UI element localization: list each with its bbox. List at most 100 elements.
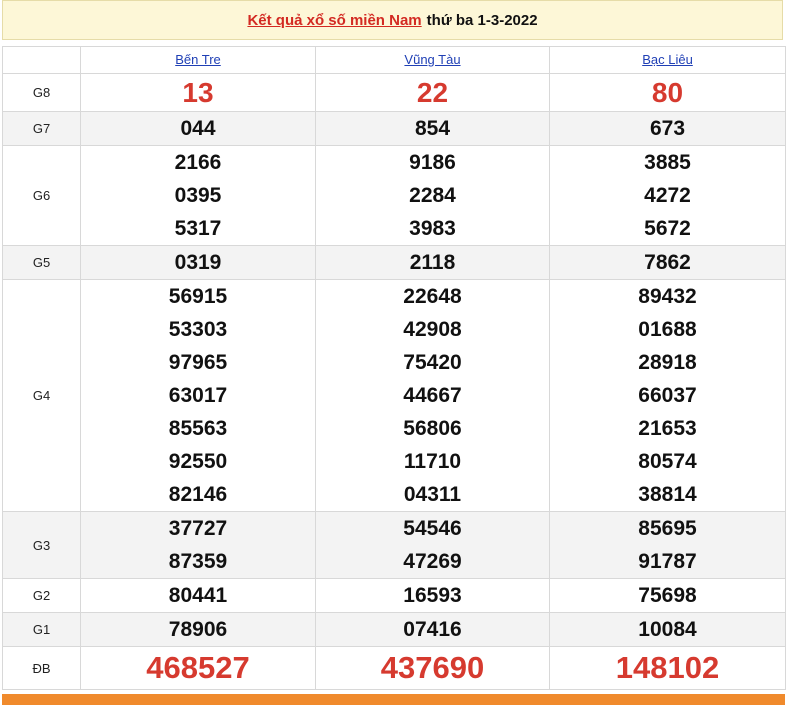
prize-number: 56915 (168, 285, 228, 308)
prize-row: G4 56915 53303 97965 63017 85563 92550 82146 226… (2, 279, 786, 512)
prize-number: 3983 (409, 217, 456, 240)
prize-number: 44667 (403, 384, 462, 407)
prize-number: 2118 (409, 251, 456, 274)
prize-number: 0395 (174, 184, 222, 207)
prize-cell: 0319 (80, 245, 316, 280)
prize-number: 75420 (403, 351, 462, 374)
prize-number: 85695 (638, 517, 697, 540)
prize-number: 53303 (168, 318, 228, 341)
prize-number: 80441 (168, 584, 228, 607)
province-link-bac-lieu[interactable]: Bạc Liêu (642, 52, 693, 67)
prize-label: G5 (2, 245, 81, 280)
prize-number: 0319 (174, 251, 222, 274)
prize-number: 5672 (644, 217, 691, 240)
prize-cell: 437690 (315, 646, 550, 690)
prize-number: 56806 (403, 417, 462, 440)
prize-label: G6 (2, 145, 81, 246)
prize-number: 04311 (403, 483, 462, 506)
prize-cell: 07416 (315, 612, 550, 647)
prize-label: G4 (2, 279, 81, 512)
prize-number: 07416 (403, 618, 462, 641)
prize-cell: 2118 (315, 245, 550, 280)
province-header-row: Bến Tre Vũng Tàu Bạc Liêu (2, 46, 786, 74)
prize-row: ĐB 468527 437690 148102 (2, 646, 786, 690)
prize-label: G2 (2, 578, 81, 613)
province-header: Bến Tre (80, 46, 316, 74)
prize-number: 85563 (168, 417, 228, 440)
prize-row: G2 80441 16593 75698 (2, 578, 786, 613)
prize-number: 78906 (168, 618, 228, 641)
prize-number: 63017 (168, 384, 228, 407)
header-corner (2, 46, 81, 74)
prize-cell: 75698 (549, 578, 786, 613)
prize-row: G5 0319 2118 7862 (2, 245, 786, 280)
prize-number: 66037 (638, 384, 697, 407)
prize-number: 7862 (644, 251, 691, 274)
prize-cell: 22648 42908 75420 44667 56806 11710 04311 (315, 279, 550, 512)
prize-number: 10084 (638, 618, 697, 641)
prize-row: G1 78906 07416 10084 (2, 612, 786, 647)
prize-number: 437690 (380, 650, 485, 685)
prize-number: 044 (180, 117, 216, 140)
prize-number: 92550 (168, 450, 228, 473)
prize-cell: 9186 2284 3983 (315, 145, 550, 246)
prize-cell: 89432 01688 28918 66037 21653 80574 38814 (549, 279, 786, 512)
prize-cell: 56915 53303 97965 63017 85563 92550 82146 (80, 279, 316, 512)
prize-number: 28918 (638, 351, 697, 374)
prize-cell: 10084 (549, 612, 786, 647)
prize-number: 42908 (403, 318, 462, 341)
prize-cell: 2166 0395 5317 (80, 145, 316, 246)
prize-number: 673 (649, 117, 686, 140)
prize-cell: 148102 (549, 646, 786, 690)
prize-number: 468527 (146, 650, 250, 685)
province-header: Vũng Tàu (315, 46, 550, 74)
prize-row: G6 2166 0395 5317 9186 2284 3983 3885 4272 5672 (2, 145, 786, 246)
prize-cell: 3885 4272 5672 (549, 145, 786, 246)
province-link-vung-tau[interactable]: Vũng Tàu (404, 52, 460, 67)
prize-cell: 673 (549, 111, 786, 146)
prize-number: 9186 (409, 151, 456, 174)
prize-number: 75698 (638, 584, 697, 607)
prize-number: 82146 (168, 483, 228, 506)
prize-number: 80574 (638, 450, 697, 473)
prize-number: 2284 (409, 184, 456, 207)
prize-cell: 54546 47269 (315, 511, 550, 579)
prize-number: 148102 (615, 650, 720, 685)
prize-cell: 85695 91787 (549, 511, 786, 579)
title-date: thứ ba 1-3-2022 (426, 11, 538, 29)
results-frame: Kết quả xổ số miền Nam thứ ba 1-3-2022 B… (2, 0, 786, 705)
prize-number: 97965 (168, 351, 228, 374)
prize-row: G8 13 22 80 (2, 73, 786, 112)
prize-number: 3885 (644, 151, 691, 174)
prize-number: 22648 (403, 285, 462, 308)
prize-row: G3 37727 87359 54546 47269 85695 91787 (2, 511, 786, 579)
prize-number: 5317 (174, 217, 222, 240)
prize-cell: 7862 (549, 245, 786, 280)
results-table: Bến Tre Vũng Tàu Bạc Liêu G8 13 22 80 G7 044 8… (2, 46, 786, 690)
prize-number: 89432 (638, 285, 697, 308)
prize-number: 37727 (168, 517, 228, 540)
prize-number: 21653 (638, 417, 697, 440)
prize-cell: 16593 (315, 578, 550, 613)
prize-label: G7 (2, 111, 81, 146)
prize-cell: 37727 87359 (80, 511, 316, 579)
province-link-ben-tre[interactable]: Bến Tre (175, 52, 221, 67)
prize-label: G8 (2, 73, 81, 112)
title-link[interactable]: Kết quả xổ số miền Nam (247, 12, 421, 29)
prize-number: 4272 (644, 184, 691, 207)
province-header: Bạc Liêu (549, 46, 786, 74)
prize-number: 11710 (403, 450, 462, 473)
prize-number: 854 (414, 117, 451, 140)
prize-cell: 044 (80, 111, 316, 146)
prize-cell: 468527 (80, 646, 316, 690)
prize-number: 54546 (403, 517, 462, 540)
prize-number: 47269 (403, 550, 462, 573)
prize-label: G1 (2, 612, 81, 647)
prize-number: 91787 (638, 550, 697, 573)
prize-row: G7 044 854 673 (2, 111, 786, 146)
prize-cell: 80441 (80, 578, 316, 613)
prize-number: 80 (651, 77, 684, 108)
prize-cell: 22 (315, 73, 550, 112)
prize-number: 38814 (638, 483, 697, 506)
prize-cell: 80 (549, 73, 786, 112)
